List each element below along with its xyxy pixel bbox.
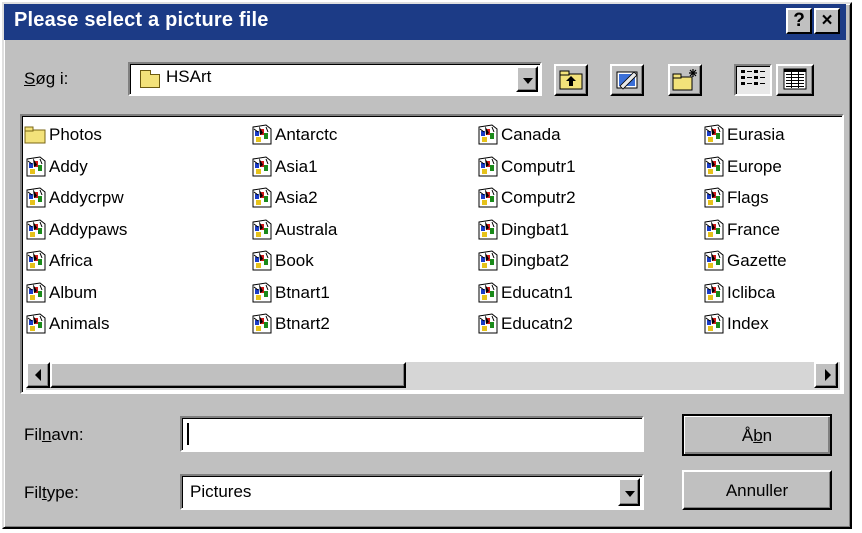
file-name: Africa (49, 251, 93, 270)
picture-file-icon (476, 250, 500, 272)
file-name-input[interactable] (180, 416, 644, 452)
picture-file-icon (24, 313, 48, 335)
picture-file-icon (250, 313, 274, 335)
desktop-button[interactable] (610, 64, 644, 96)
file-name: Animals (49, 314, 110, 333)
file-type-select[interactable]: Pictures (180, 474, 644, 510)
picture-file-icon (476, 124, 500, 146)
file-name: France (727, 219, 780, 239)
file-name: Dingbat2 (501, 251, 570, 270)
file-name: Addy (49, 156, 88, 176)
arrow-left-icon (35, 369, 41, 381)
picture-file-icon (476, 281, 500, 304)
up-one-level-button[interactable] (554, 64, 588, 96)
file-name: Australa (275, 219, 338, 239)
picture-file-icon (476, 313, 500, 335)
file-name: Btnart2 (275, 314, 330, 333)
open-button[interactable]: Åbn (682, 414, 832, 456)
file-name: Gazette (727, 251, 787, 270)
picture-file-icon (24, 155, 48, 178)
details-view-button[interactable] (776, 64, 814, 96)
list-view-button[interactable] (734, 64, 772, 96)
file-name: Album (49, 282, 98, 302)
file-name: Canada (501, 125, 561, 144)
file-name: Asia2 (275, 188, 318, 207)
look-in-combo[interactable]: HSArt (128, 62, 542, 96)
file-name: Computr1 (501, 156, 576, 176)
picture-file-icon (24, 187, 48, 209)
new-folder-icon (672, 69, 697, 91)
desktop-icon (616, 71, 638, 90)
file-name: Flags (727, 188, 769, 207)
picture-file-icon (702, 250, 726, 272)
picture-file-icon (250, 124, 274, 146)
chevron-down-icon (523, 78, 533, 84)
file-name: Europe (727, 156, 782, 176)
file-name: Btnart1 (275, 282, 330, 302)
details-view-icon (783, 68, 807, 90)
picture-file-icon (476, 218, 500, 241)
dialog-title: Please select a picture file (14, 9, 269, 31)
chevron-down-icon (625, 491, 635, 497)
picture-file-icon (250, 250, 274, 272)
picture-file-icon (24, 250, 48, 272)
look-in-dropdown-button[interactable] (516, 66, 538, 92)
file-name: Index (727, 314, 769, 333)
file-name: Computr2 (501, 188, 576, 207)
arrow-right-icon (825, 369, 831, 381)
open-button-label: Åbn (741, 426, 773, 445)
look-in-label: Søg i: (24, 69, 69, 88)
picture-file-icon (702, 218, 726, 241)
picture-file-icon (476, 187, 500, 209)
file-name: Iclibca (727, 282, 776, 302)
file-name: Addycrpw (49, 188, 124, 207)
picture-file-icon (476, 155, 500, 178)
file-name: Antarctc (275, 125, 338, 144)
folder-icon (24, 124, 48, 146)
picture-file-icon (24, 281, 48, 304)
folder-icon (140, 70, 160, 88)
cancel-button-label: Annuller (725, 481, 789, 500)
file-list[interactable]: Photos Addy Addycrpw Addypaws Africa Album Ani… (24, 120, 832, 392)
picture-file-icon (702, 187, 726, 209)
file-name: Book (275, 251, 314, 270)
file-name: Photos (49, 125, 102, 144)
text-cursor (187, 423, 189, 445)
up-folder-icon (559, 70, 583, 90)
file-name-label: Filnavn: (24, 425, 84, 444)
picture-file-icon (250, 187, 274, 209)
picture-file-icon (702, 124, 726, 146)
horizontal-scrollbar[interactable] (26, 362, 840, 390)
list-view-icon (741, 70, 765, 85)
file-name: Addypaws (49, 219, 128, 239)
file-type-label: Filtype: (24, 483, 79, 502)
picture-file-icon (250, 281, 274, 304)
cancel-button[interactable]: Annuller (682, 470, 832, 510)
scroll-right-button[interactable] (814, 362, 838, 388)
picture-file-icon (702, 313, 726, 335)
file-type-value: Pictures (190, 482, 252, 501)
look-in-value: HSArt (166, 67, 212, 86)
picture-file-icon (250, 218, 274, 241)
file-name: Eurasia (727, 125, 785, 144)
scroll-thumb[interactable] (50, 362, 406, 388)
picture-file-icon (24, 218, 48, 241)
scroll-left-button[interactable] (26, 362, 50, 388)
title-bar[interactable]: Please select a picture file ? × (4, 4, 846, 40)
close-button[interactable]: × (814, 8, 840, 34)
file-name: Educatn1 (501, 282, 573, 302)
picture-file-icon (250, 155, 274, 178)
picture-file-icon (702, 155, 726, 178)
picture-file-icon (702, 281, 726, 304)
file-type-dropdown-button[interactable] (618, 478, 640, 506)
new-folder-button[interactable] (668, 64, 702, 96)
help-button[interactable]: ? (786, 8, 812, 34)
file-name: Asia1 (275, 156, 318, 176)
file-name: Educatn2 (501, 314, 573, 333)
file-name: Dingbat1 (501, 219, 570, 239)
